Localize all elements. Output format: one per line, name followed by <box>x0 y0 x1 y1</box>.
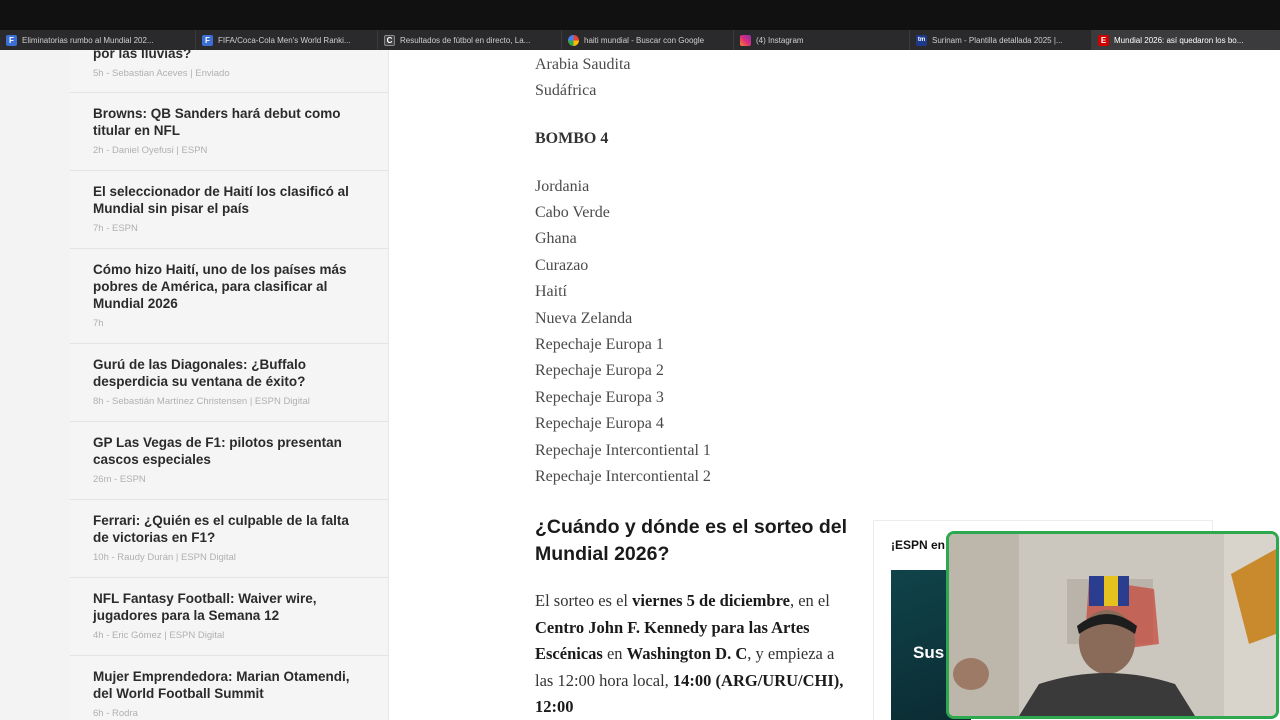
news-title[interactable]: Gurú de las Diagonales: ¿Buffalo desperd… <box>93 356 368 390</box>
country-item: Repechaje Europa 2 <box>535 362 664 379</box>
news-meta: 10h - Raudy Durán | ESPN Digital <box>93 552 236 563</box>
para-text: en <box>602 644 627 663</box>
country-item: Repechaje Europa 1 <box>535 336 664 353</box>
para-text: El sorteo es el <box>535 591 633 610</box>
country-item: Repechaje Europa 3 <box>535 389 664 406</box>
left-margin <box>0 50 70 720</box>
pot-heading: BOMBO 4 <box>535 130 609 147</box>
tab-fifa-ranking[interactable]: F FIFA/Coca-Cola Men's World Ranki... <box>196 30 378 50</box>
para-bold: Washington D. C <box>626 644 748 663</box>
article-paragraph: El sorteo es el viernes 5 de diciembre, … <box>535 588 853 720</box>
news-meta: 4h - Eric Gómez | ESPN Digital <box>93 630 225 641</box>
f-icon: F <box>6 34 17 46</box>
news-item[interactable]: Cómo hizo Haití, uno de los países más p… <box>70 249 388 344</box>
news-title[interactable]: Mujer Emprendedora: Marian Otamendi, del… <box>93 668 368 702</box>
country-item: Repechaje Intercontiental 1 <box>535 442 711 459</box>
tab-label: Resultados de fútbol en directo, La... <box>400 35 531 45</box>
country-item: Arabia Saudita <box>535 56 631 73</box>
tab-label: Surinam - Plantilla detallada 2025 |... <box>932 35 1063 45</box>
news-title[interactable]: NFL Fantasy Football: Waiver wire, jugad… <box>93 590 368 624</box>
news-item[interactable]: GP Las Vegas de F1: pilotos presentan ca… <box>70 422 388 500</box>
instagram-icon <box>740 34 751 46</box>
country-item: Nueva Zelanda <box>535 310 633 327</box>
news-meta: 7h - ESPN <box>93 223 138 234</box>
google-icon <box>568 34 579 46</box>
news-item[interactable]: Mujer Emprendedora: Marian Otamendi, del… <box>70 656 388 720</box>
tab-label: Eliminatorias rumbo al Mundial 202... <box>22 35 154 45</box>
c-icon: C <box>384 34 395 46</box>
news-meta: 6h - Rodra <box>93 708 138 719</box>
window-top-strip <box>0 0 1280 30</box>
f-icon: F <box>202 34 213 46</box>
para-text: , en el <box>789 591 830 610</box>
news-meta: 26m - ESPN <box>93 474 146 485</box>
news-title[interactable]: Cómo hizo Haití, uno de los países más p… <box>93 261 368 312</box>
news-title[interactable]: El seleccionador de Haití los clasificó … <box>93 183 368 217</box>
country-item: Curazao <box>535 257 589 274</box>
webcam-overlay <box>946 531 1279 719</box>
country-item: Ghana <box>535 230 577 247</box>
country-item: Cabo Verde <box>535 204 610 221</box>
browser-tab-bar: F Eliminatorias rumbo al Mundial 202... … <box>0 30 1280 50</box>
tab-eliminatorias[interactable]: F Eliminatorias rumbo al Mundial 202... <box>0 30 196 50</box>
tab-label: haiti mundial - Buscar con Google <box>584 35 705 45</box>
tab-google-search[interactable]: haiti mundial - Buscar con Google <box>562 30 734 50</box>
news-sidebar: por las lluvias? 5h - Sebastian Aceves |… <box>70 50 389 720</box>
promo-title: ¡ESPN en <box>891 538 946 552</box>
news-meta: 2h - Daniel Oyefusi | ESPN <box>93 145 208 156</box>
news-title[interactable]: Ferrari: ¿Quién es el culpable de la fal… <box>93 512 368 546</box>
country-item: Haití <box>535 283 567 300</box>
country-item: Sudáfrica <box>535 82 597 99</box>
country-item: Repechaje Europa 4 <box>535 415 664 432</box>
tm-icon: tm <box>916 34 927 46</box>
news-item[interactable]: NFL Fantasy Football: Waiver wire, jugad… <box>70 578 388 656</box>
news-meta: 5h - Sebastian Aceves | Enviado <box>93 68 230 79</box>
country-item: Jordania <box>535 178 590 195</box>
section-heading: ¿Cuándo y dónde es el sorteo del Mundial… <box>535 516 848 565</box>
tab-label: Mundial 2026: así quedaron los bo... <box>1114 35 1244 45</box>
promo-image-text: Sus <box>913 643 945 662</box>
tab-resultados[interactable]: C Resultados de fútbol en directo, La... <box>378 30 562 50</box>
tab-surinam[interactable]: tm Surinam - Plantilla detallada 2025 |.… <box>910 30 1092 50</box>
espn-icon: E <box>1098 34 1109 46</box>
news-meta: 7h <box>93 318 104 329</box>
news-meta: 8h - Sebastián Martínez Christensen | ES… <box>93 396 310 407</box>
tab-instagram[interactable]: (4) Instagram <box>734 30 910 50</box>
tab-label: (4) Instagram <box>756 35 804 45</box>
news-title[interactable]: por las lluvias? <box>93 50 368 62</box>
tab-mundial-espn[interactable]: E Mundial 2026: así quedaron los bo... <box>1092 30 1280 50</box>
tab-label: FIFA/Coca-Cola Men's World Ranki... <box>218 35 351 45</box>
country-item: Repechaje Intercontiental 2 <box>535 468 711 485</box>
para-bold: viernes 5 de diciembre <box>632 591 790 610</box>
news-item[interactable]: Browns: QB Sanders hará debut como titul… <box>70 93 388 171</box>
news-item[interactable]: Gurú de las Diagonales: ¿Buffalo desperd… <box>70 344 388 422</box>
news-item[interactable]: por las lluvias? 5h - Sebastian Aceves |… <box>70 50 388 93</box>
webcam-image <box>949 534 1276 716</box>
news-title[interactable]: GP Las Vegas de F1: pilotos presentan ca… <box>93 434 368 468</box>
news-item[interactable]: El seleccionador de Haití los clasificó … <box>70 171 388 249</box>
news-title[interactable]: Browns: QB Sanders hará debut como titul… <box>93 105 368 139</box>
news-item[interactable]: Ferrari: ¿Quién es el culpable de la fal… <box>70 500 388 578</box>
